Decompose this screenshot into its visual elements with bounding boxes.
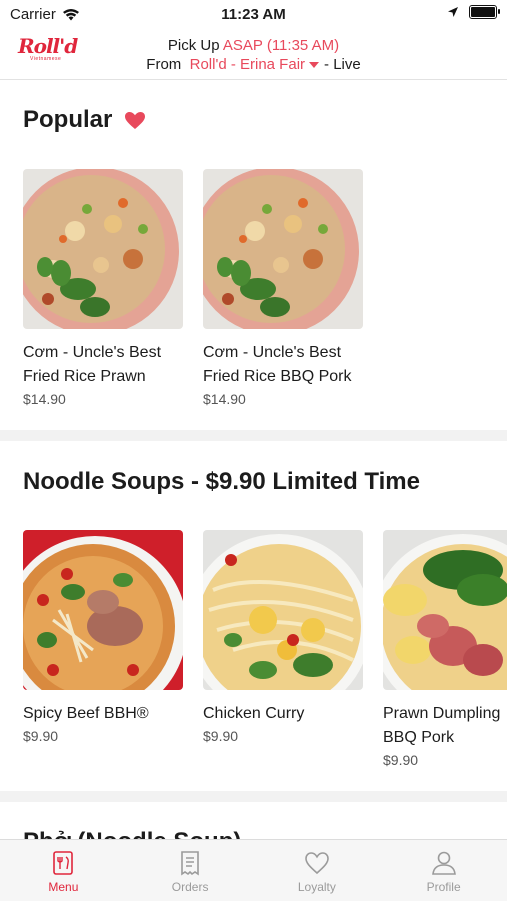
item-price: $9.90 (203, 728, 239, 744)
food-image (383, 530, 507, 690)
item-price: $9.90 (383, 752, 419, 768)
location-arrow-icon (448, 7, 458, 17)
popular-section: Popular Cơm - Uncle's Best Fried Rice Pr… (0, 80, 507, 430)
heart-icon (125, 112, 146, 130)
chevron-down-icon[interactable] (309, 61, 320, 68)
pickup-time[interactable]: ASAP (11:35 AM) (223, 37, 339, 54)
tab-bar: Menu Orders Loyalty Profile (0, 839, 507, 901)
pickup-info[interactable]: Pick Up ASAP (11:35 AM) From Roll'd - Er… (0, 36, 507, 74)
store-line: From Roll'd - Erina Fair - Live (0, 55, 507, 74)
menu-icon (53, 851, 74, 875)
header: Roll'd Vietnamese Pick Up ASAP (11:35 AM… (0, 28, 507, 80)
profile-icon (431, 851, 456, 875)
menu-item-card[interactable]: Chicken Curry $9.90 (203, 530, 363, 744)
orders-icon (181, 851, 199, 876)
tab-label: Menu (48, 880, 79, 894)
store-selector[interactable]: Roll'd - Erina Fair (190, 56, 305, 73)
item-name: Prawn Dumpling BBQ Pork (383, 705, 501, 746)
tab-orders[interactable]: Orders (127, 840, 254, 901)
item-name: Cơm - Uncle's Best Fried Rice BBQ Pork (203, 344, 352, 385)
item-name: Spicy Beef BBH® (23, 705, 149, 722)
pho-section: Phở (Noodle Soup) (0, 802, 507, 839)
food-image (23, 530, 183, 690)
store-status: - Live (324, 56, 361, 73)
noodle-soups-section: Noodle Soups - $9.90 Limited Time Spicy … (0, 441, 507, 791)
menu-item-card[interactable]: Cơm - Uncle's Best Fried Rice BBQ Pork $… (203, 169, 363, 407)
item-name: Cơm - Uncle's Best Fried Rice Prawn (23, 344, 162, 385)
battery-icon (469, 5, 500, 19)
heart-icon (305, 852, 329, 875)
pickup-prefix: Pick Up (167, 37, 220, 54)
item-price: $9.90 (23, 728, 59, 744)
food-image (203, 530, 363, 690)
item-price: $14.90 (23, 391, 66, 407)
food-image (23, 169, 183, 329)
from-prefix: From (146, 56, 182, 73)
tab-profile[interactable]: Profile (380, 840, 507, 901)
section-title: Noodle Soups - $9.90 Limited Time (23, 468, 420, 495)
tab-label: Loyalty (297, 880, 336, 894)
menu-item-card[interactable]: Cơm - Uncle's Best Fried Rice Prawn $14.… (23, 169, 183, 407)
menu-item-card[interactable]: Spicy Beef BBH® $9.90 (23, 530, 183, 744)
tab-label: Orders (171, 880, 209, 894)
status-bar: Carrier 11:23 AM (0, 0, 507, 28)
tab-label: Profile (426, 880, 461, 894)
section-title: Popular (23, 106, 146, 134)
clock: 11:23 AM (221, 6, 286, 23)
tab-loyalty[interactable]: Loyalty (254, 840, 381, 901)
section-title: Phở (Noodle Soup) (23, 828, 241, 839)
pickup-line: Pick Up ASAP (11:35 AM) (0, 36, 507, 55)
item-price: $14.90 (203, 391, 246, 407)
tab-menu[interactable]: Menu (0, 840, 127, 901)
menu-item-card[interactable]: Prawn Dumpling BBQ Pork $9.90 (383, 530, 507, 768)
item-name: Chicken Curry (203, 705, 305, 722)
food-image (203, 169, 363, 329)
